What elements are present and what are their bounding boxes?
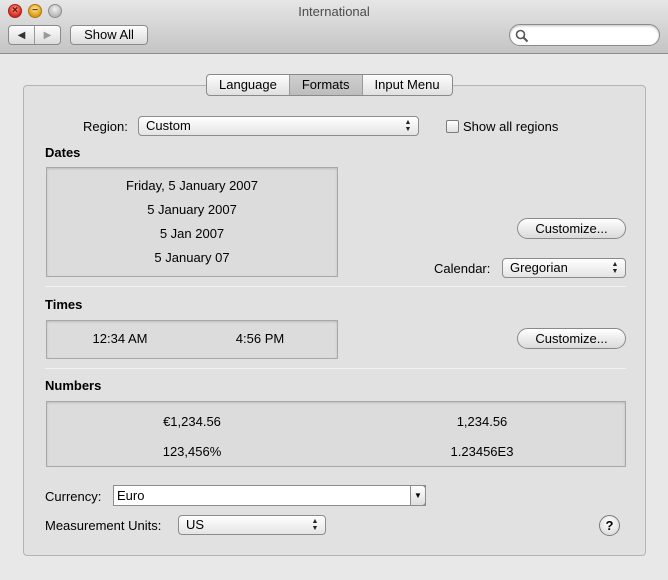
window-toolbar: × − International ◀ ▶ Show All: [0, 0, 668, 54]
stepper-arrows-icon: ▲ ▼: [611, 261, 619, 275]
back-button[interactable]: ◀: [9, 26, 34, 44]
date-sample-medium: 5 Jan 2007: [159, 226, 225, 241]
calendar-label: Calendar:: [434, 261, 491, 276]
chevron-down-icon[interactable]: ▼: [410, 485, 426, 506]
tab-formats[interactable]: Formats: [288, 75, 362, 95]
stepper-arrows-icon: ▲ ▼: [311, 518, 319, 532]
dates-sample-box: Friday, 5 January 2007 5 January 2007 5 …: [46, 167, 338, 277]
search-input[interactable]: [509, 24, 660, 46]
number-sample-decimal: 1,234.56: [456, 414, 508, 429]
show-all-regions-label: Show all regions: [463, 119, 559, 134]
currency-value: Euro: [117, 488, 145, 503]
measurement-units-value: US: [186, 517, 205, 532]
times-separator: [45, 368, 626, 369]
tab-language[interactable]: Language: [207, 75, 289, 95]
forward-button[interactable]: ▶: [34, 26, 60, 44]
region-popup[interactable]: Custom ▲ ▼: [138, 116, 419, 136]
time-sample-am: 12:34 AM: [92, 331, 148, 346]
stepper-arrows-icon: ▲ ▼: [404, 119, 412, 133]
time-sample-pm: 4:56 PM: [235, 331, 285, 346]
dates-customize-button[interactable]: Customize...: [517, 218, 626, 239]
date-sample-full: Friday, 5 January 2007: [126, 178, 258, 193]
date-sample-short: 5 January 07: [154, 250, 230, 265]
times-heading: Times: [45, 297, 83, 312]
region-label: Region:: [83, 119, 128, 134]
back-forward-control: ◀ ▶: [8, 25, 61, 45]
help-icon: ?: [605, 518, 614, 533]
search-icon: [515, 29, 529, 43]
region-value: Custom: [146, 118, 191, 133]
measurement-units-label: Measurement Units:: [45, 518, 162, 533]
times-customize-button[interactable]: Customize...: [517, 328, 626, 349]
number-sample-currency: €1,234.56: [163, 414, 221, 429]
forward-arrow-icon: ▶: [43, 29, 52, 41]
dates-heading: Dates: [45, 145, 81, 160]
tab-input-menu[interactable]: Input Menu: [361, 75, 452, 95]
pane-tabs: Language Formats Input Menu: [206, 74, 453, 96]
show-all-regions-checkbox[interactable]: [446, 120, 459, 133]
currency-combo-box[interactable]: Euro ▼: [113, 485, 426, 506]
numbers-sample-box: €1,234.56 1,234.56 123,456% 1.23456E3: [46, 401, 626, 467]
window-title: International: [298, 4, 370, 19]
back-arrow-icon: ◀: [17, 29, 26, 41]
times-sample-box: 12:34 AM 4:56 PM: [46, 320, 338, 359]
calendar-popup[interactable]: Gregorian ▲ ▼: [502, 258, 626, 278]
number-sample-percent: 123,456%: [162, 444, 222, 459]
show-all-button[interactable]: Show All: [70, 25, 148, 45]
help-button[interactable]: ?: [599, 515, 620, 536]
date-sample-long: 5 January 2007: [147, 202, 237, 217]
dates-separator: [45, 286, 626, 287]
calendar-value: Gregorian: [510, 260, 568, 275]
currency-label: Currency:: [45, 489, 102, 504]
number-sample-scientific: 1.23456E3: [450, 444, 514, 459]
measurement-units-popup[interactable]: US ▲ ▼: [178, 515, 326, 535]
numbers-heading: Numbers: [45, 378, 102, 393]
